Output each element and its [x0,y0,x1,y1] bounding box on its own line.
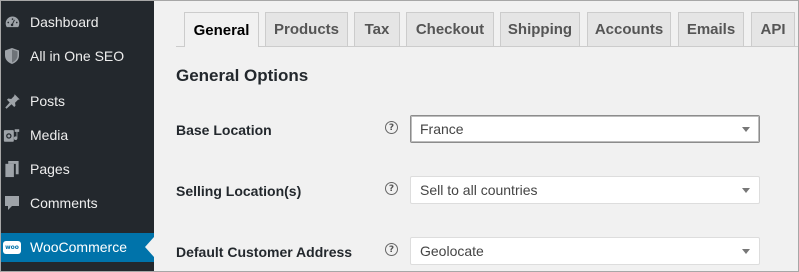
woocommerce-badge: woo [3,240,21,254]
select-value: France [420,121,464,137]
admin-sidebar: Dashboard All in One SEO Posts Media Pag… [0,0,154,272]
pages-icon [3,160,21,178]
chevron-down-icon [742,249,750,254]
tab-tax[interactable]: Tax [354,12,400,46]
sidebar-item-label: Pages [30,161,70,177]
sidebar-item-label: Dashboard [30,14,99,30]
tab-api[interactable]: API [751,12,795,46]
shield-icon [3,47,21,65]
sidebar-item-pages[interactable]: Pages [0,155,154,183]
select-value: Geolocate [420,243,484,259]
sidebar-item-all-in-one-seo[interactable]: All in One SEO [0,42,154,70]
comment-icon [3,194,21,212]
section-title: General Options [176,66,309,85]
help-icon[interactable]: ? [385,121,398,134]
sidebar-item-woocommerce[interactable]: woo WooCommerce [0,233,154,262]
help-icon[interactable]: ? [385,182,398,195]
sidebar-item-label: Comments [30,195,98,211]
tab-general[interactable]: General [184,12,259,47]
selling-locations-label: Selling Location(s) [176,183,302,199]
dashboard-icon [3,13,21,31]
sidebar-item-label: WooCommerce [30,239,127,255]
select-value: Sell to all countries [420,182,538,198]
base-location-select[interactable]: France [410,115,760,143]
sidebar-item-posts[interactable]: Posts [0,87,154,115]
media-icon [3,126,21,144]
sidebar-item-label: Media [30,127,69,143]
active-menu-arrow [145,237,154,257]
tab-shipping[interactable]: Shipping [500,12,580,46]
help-icon[interactable]: ? [385,243,398,256]
default-customer-address-label: Default Customer Address [176,244,353,260]
chevron-down-icon [742,188,750,193]
tab-checkout[interactable]: Checkout [406,12,494,46]
woocommerce-icon: woo [3,238,21,256]
default-customer-address-select[interactable]: Geolocate [410,237,760,265]
sidebar-item-comments[interactable]: Comments [0,189,154,217]
sidebar-item-media[interactable]: Media [0,121,154,149]
pin-icon [3,92,21,110]
sidebar-item-label: All in One SEO [30,48,125,64]
chevron-down-icon [742,127,750,132]
selling-locations-select[interactable]: Sell to all countries [410,176,760,204]
base-location-label: Base Location [176,122,272,138]
tabs-divider [176,46,799,47]
sidebar-item-label: Posts [30,93,66,109]
sidebar-item-dashboard[interactable]: Dashboard [0,8,154,36]
tab-products[interactable]: Products [265,12,348,46]
tab-accounts[interactable]: Accounts [587,12,671,46]
tab-emails[interactable]: Emails [678,12,744,46]
